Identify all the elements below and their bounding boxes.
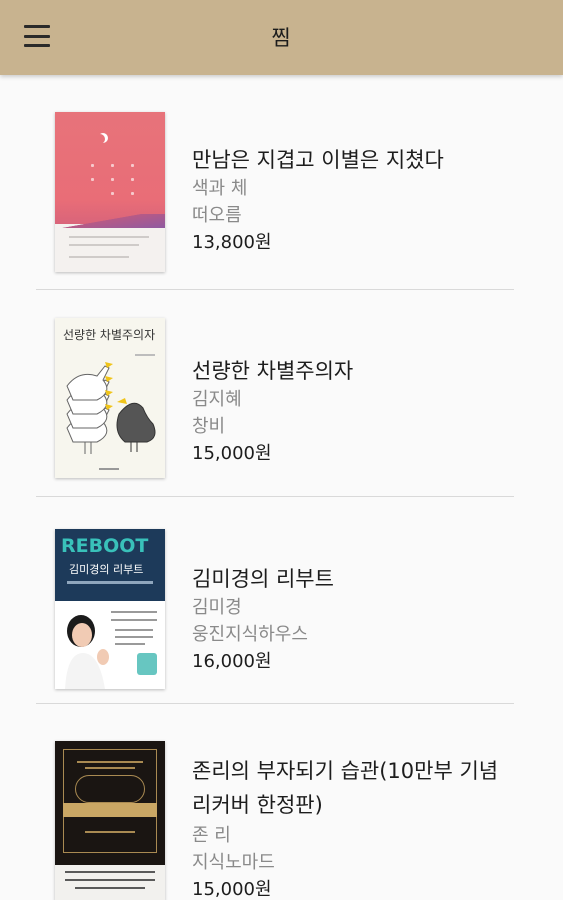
geese-illustration [66, 362, 156, 470]
book-author: 색과 체 [192, 178, 248, 199]
book-author: 김미경 [192, 597, 242, 618]
cover-title: 김미경의 리부트 [69, 563, 144, 576]
moon-icon [95, 134, 105, 144]
book-author: 김지혜 [192, 389, 242, 410]
book-publisher: 떠오름 [192, 205, 242, 226]
book-publisher: 웅진지식하우스 [192, 624, 308, 645]
app-bar: 찜 [0, 0, 563, 75]
book-info: 존리의 부자되기 습관(10만부 기념 리커버 한정판) 존 리 지식노마드 1… [192, 754, 522, 900]
list-item[interactable]: 존리의 부자되기 습관(10만부 기념 리커버 한정판) 존 리 지식노마드 1… [0, 704, 563, 900]
author-photo [65, 615, 109, 689]
book-info: 만남은 지겹고 이별은 지쳤다 색과 체 떠오름 13,800원 [192, 145, 522, 256]
book-price: 15,000원 [192, 879, 272, 900]
book-author: 존 리 [192, 825, 231, 846]
book-cover[interactable] [55, 741, 165, 900]
book-price: 15,000원 [192, 443, 272, 464]
book-publisher: 지식노마드 [192, 852, 275, 873]
book-title: 김미경의 리부트 [192, 567, 334, 591]
book-info: 선량한 차별주의자 김지혜 창비 15,000원 [192, 356, 522, 467]
list-item[interactable]: 만남은 지겹고 이별은 지쳤다 색과 체 떠오름 13,800원 [0, 75, 563, 290]
book-title: 선량한 차별주의자 [192, 359, 354, 383]
book-price: 16,000원 [192, 651, 272, 672]
book-title: 만남은 지겹고 이별은 지쳤다 [192, 148, 444, 172]
book-title: 존리의 부자되기 습관(10만부 기념 리커버 한정판) [192, 759, 499, 817]
book-cover[interactable]: REBOOT 김미경의 리부트 [55, 529, 165, 689]
wishlist: 만남은 지겹고 이별은 지쳤다 색과 체 떠오름 13,800원 선량한 차별주… [0, 75, 563, 900]
page-title: 찜 [271, 26, 292, 50]
book-cover[interactable]: 선량한 차별주의자 [55, 318, 165, 478]
book-price: 13,800원 [192, 232, 272, 253]
book-info: 김미경의 리부트 김미경 웅진지식하우스 16,000원 [192, 564, 522, 675]
book-publisher: 창비 [192, 416, 226, 437]
list-item[interactable]: 선량한 차별주의자 선량한 차별주의자 김지혜 창비 15,000원 [0, 290, 563, 497]
cover-brand: REBOOT [61, 535, 149, 557]
book-cover[interactable] [55, 112, 165, 272]
badge-seal [137, 653, 157, 675]
list-item[interactable]: REBOOT 김미경의 리부트 김미경의 리부트 김미경 웅진지식하우스 16,… [0, 497, 563, 704]
